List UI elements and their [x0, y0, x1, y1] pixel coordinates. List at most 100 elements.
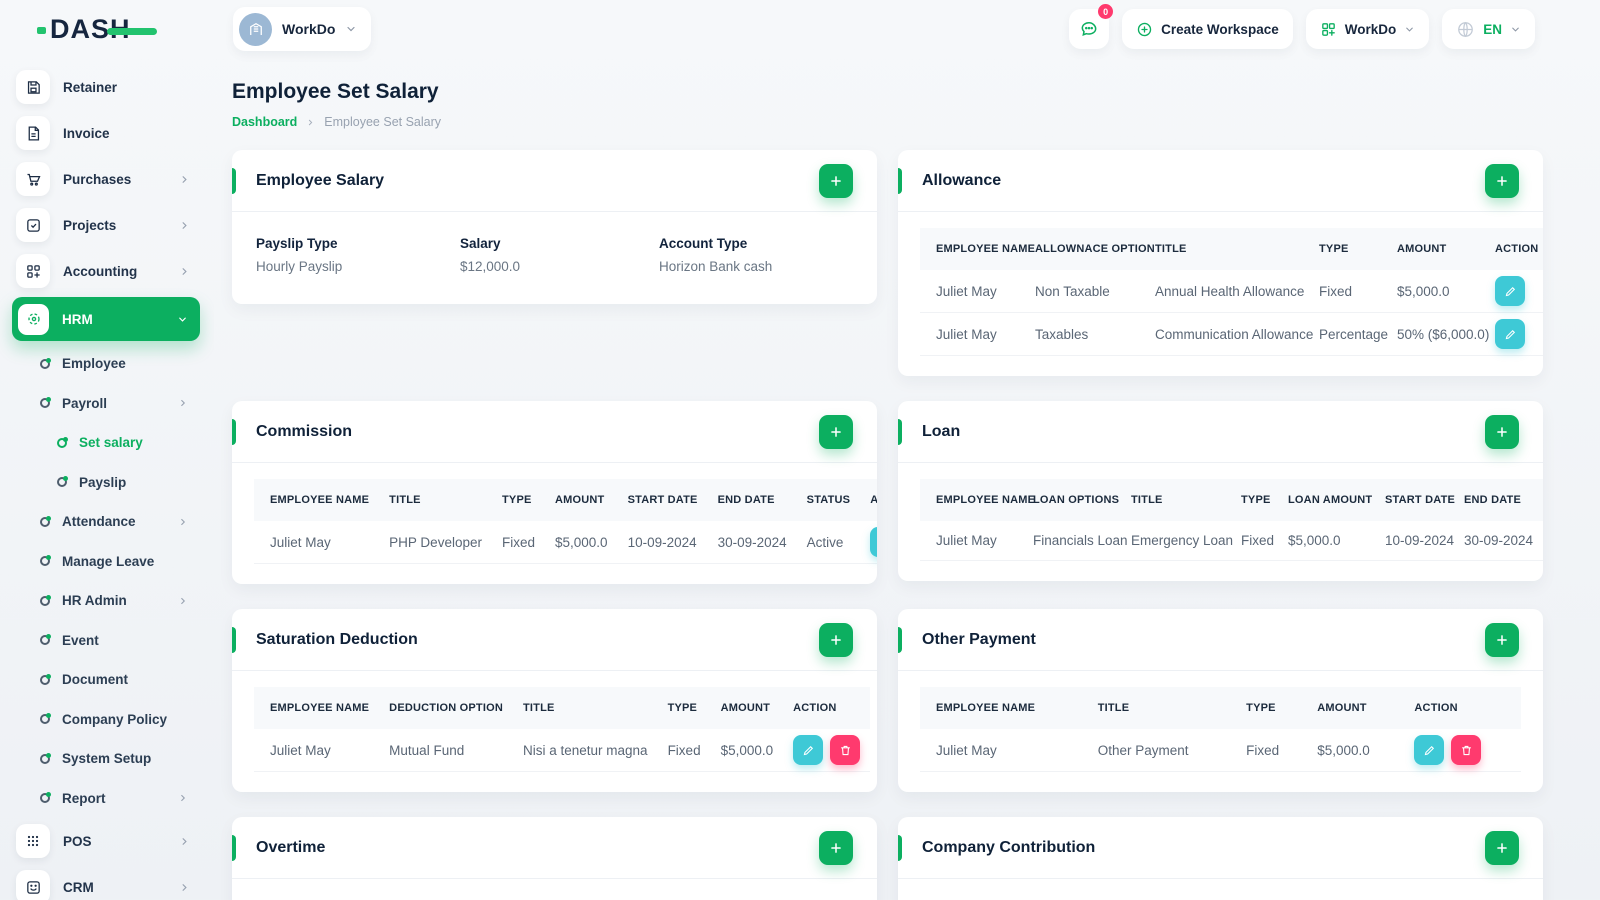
- add-loan-button[interactable]: [1485, 414, 1519, 449]
- messages-button[interactable]: 0: [1069, 4, 1114, 49]
- sidebar-item-invoice[interactable]: Invoice: [12, 110, 214, 156]
- cell-title: Other Payment: [1087, 729, 1237, 772]
- create-workspace-button[interactable]: Create Workspace: [1122, 9, 1293, 49]
- column-header: LOAN OPTIONS: [1023, 479, 1121, 521]
- chevron-right-icon: [179, 174, 190, 185]
- cell-end-date: 30-09-2024: [707, 521, 797, 564]
- card-header: Saturation Deduction: [232, 609, 877, 671]
- add-commission-button[interactable]: [819, 414, 853, 449]
- chevron-right-icon: [178, 793, 188, 803]
- sidebar-item-label: Payslip: [79, 474, 127, 490]
- add-other-payment-button[interactable]: [1485, 622, 1519, 657]
- grid-plus-icon: [16, 254, 50, 288]
- delete-button[interactable]: [1451, 735, 1482, 765]
- sidebar-item-label: Company Policy: [62, 711, 168, 727]
- language-button[interactable]: EN: [1442, 9, 1535, 49]
- overtime-card: Overtime: [232, 817, 877, 900]
- field-label: Payslip Type: [256, 236, 338, 251]
- workdo-menu-label: WorkDo: [1344, 21, 1397, 37]
- table-header-row: EMPLOYEE NAME TITLE TYPE AMOUNT START DA…: [254, 479, 877, 521]
- cell-employee-name: Juliet May: [254, 729, 380, 772]
- sidebar-item-event[interactable]: Event: [12, 621, 214, 661]
- edit-button[interactable]: [870, 527, 877, 557]
- column-header: ACTION: [860, 479, 877, 521]
- sidebar-item-retainer[interactable]: Retainer: [12, 64, 214, 110]
- sidebar-item-label: HR Admin: [62, 593, 127, 609]
- pencil-icon: [1505, 286, 1515, 296]
- workdo-menu-button[interactable]: WorkDo: [1305, 9, 1430, 49]
- breadcrumb-dashboard-link[interactable]: Dashboard: [232, 115, 297, 129]
- card-body: Payslip Type Hourly Payslip Salary $12,0…: [232, 212, 877, 304]
- sidebar-item-manage-leave[interactable]: Manage Leave: [12, 542, 214, 582]
- cell-deduction-option: Mutual Fund: [379, 729, 513, 772]
- table-header-row: EMPLOYEE NAME DEDUCTION OPTION TITLE TYP…: [254, 687, 871, 729]
- column-header: TYPE: [491, 479, 545, 521]
- sidebar-item-hr-admin[interactable]: HR Admin: [12, 581, 214, 621]
- sidebar-item-label: Event: [62, 632, 99, 648]
- bullet-icon: [40, 515, 51, 527]
- table-row: Juliet May Financials Loan Emergency Loa…: [920, 521, 1543, 561]
- logo-zone: DASH: [0, 14, 212, 45]
- delete-button[interactable]: [830, 735, 861, 765]
- cell-type: Fixed: [1236, 729, 1308, 772]
- sidebar-item-label: Employee: [62, 356, 126, 372]
- column-header: EMPLOYEE NAME: [920, 228, 1035, 270]
- sidebar-item-projects[interactable]: Projects: [12, 202, 214, 248]
- card-body: EMPLOYEE NAME DEDUCTION OPTION TITLE TYP…: [232, 671, 877, 792]
- messages-badge: 0: [1098, 4, 1114, 19]
- sidebar-item-crm[interactable]: CRM: [12, 864, 214, 900]
- card-body: EMPLOYEE NAME TITLE TYPE AMOUNT ACTION J…: [898, 671, 1543, 792]
- sidebar-item-payroll[interactable]: Payroll: [12, 384, 214, 424]
- edit-button[interactable]: [793, 735, 824, 765]
- sidebar-item-document[interactable]: Document: [12, 660, 214, 700]
- app-logo[interactable]: DASH: [37, 14, 157, 45]
- create-workspace-label: Create Workspace: [1161, 21, 1279, 37]
- field-payslip-type: Payslip Type Hourly Payslip: [256, 236, 460, 274]
- sidebar-item-payslip[interactable]: Payslip: [12, 463, 214, 503]
- globe-icon: [1458, 21, 1474, 37]
- sidebar-item-employee[interactable]: Employee: [12, 344, 214, 384]
- sidebar-item-company-policy[interactable]: Company Policy: [12, 700, 214, 740]
- logo-dash-accent: [37, 26, 46, 34]
- commission-card: Commission EMPLOYEE NAME TITLE TYPE AMOU…: [232, 401, 877, 584]
- edit-button[interactable]: [1495, 319, 1525, 349]
- cell-end-date: 30-09-2024: [1454, 521, 1543, 561]
- table-row: Juliet May PHP Developer Fixed $5,000.0 …: [254, 521, 877, 564]
- sidebar-item-accounting[interactable]: Accounting: [12, 248, 214, 294]
- cell-actions: [1485, 270, 1543, 313]
- chevron-right-icon: [179, 266, 190, 277]
- column-header: TITLE: [1145, 228, 1309, 270]
- sidebar-item-report[interactable]: Report: [12, 779, 214, 819]
- edit-button[interactable]: [1414, 735, 1445, 765]
- field-value: Hourly Payslip: [256, 259, 343, 274]
- table-header-row: EMPLOYEE NAME LOAN OPTIONS TITLE TYPE LO…: [920, 479, 1543, 521]
- plus-icon: [831, 175, 841, 186]
- add-overtime-button[interactable]: [819, 830, 853, 865]
- edit-button[interactable]: [1495, 276, 1525, 306]
- language-label: EN: [1483, 21, 1502, 37]
- sidebar-item-pos[interactable]: POS: [12, 818, 214, 864]
- column-header: LOAN AMOUNT: [1278, 479, 1375, 521]
- sidebar-item-purchases[interactable]: Purchases: [12, 156, 214, 202]
- column-header: EMPLOYEE NAME: [254, 479, 380, 521]
- card-title: Employee Salary: [256, 171, 385, 189]
- add-allowance-button[interactable]: [1485, 163, 1519, 198]
- cell-amount: $5,000.0: [1307, 729, 1405, 772]
- add-saturation-deduction-button[interactable]: [819, 622, 853, 657]
- sidebar-item-system-setup[interactable]: System Setup: [12, 739, 214, 779]
- chevron-right-icon: [306, 118, 315, 127]
- cell-title: Communication Allowance: [1145, 313, 1313, 356]
- add-company-contribution-button[interactable]: [1485, 830, 1519, 865]
- add-employee-salary-button[interactable]: [819, 163, 853, 198]
- sidebar-item-attendance[interactable]: Attendance: [12, 502, 214, 542]
- bullet-icon: [40, 673, 51, 685]
- plus-icon: [1497, 426, 1507, 437]
- pencil-icon: [1505, 329, 1515, 339]
- workspace-selector[interactable]: WorkDo: [233, 7, 372, 51]
- allowance-table: EMPLOYEE NAME ALLOWNACE OPTION TITLE TYP…: [920, 228, 1543, 356]
- sidebar-item-hrm[interactable]: HRM: [12, 297, 200, 341]
- sidebar-item-label: System Setup: [62, 751, 152, 767]
- sidebar-item-set-salary[interactable]: Set salary: [12, 423, 214, 463]
- pencil-icon: [1424, 745, 1434, 755]
- cell-actions: [1485, 313, 1543, 356]
